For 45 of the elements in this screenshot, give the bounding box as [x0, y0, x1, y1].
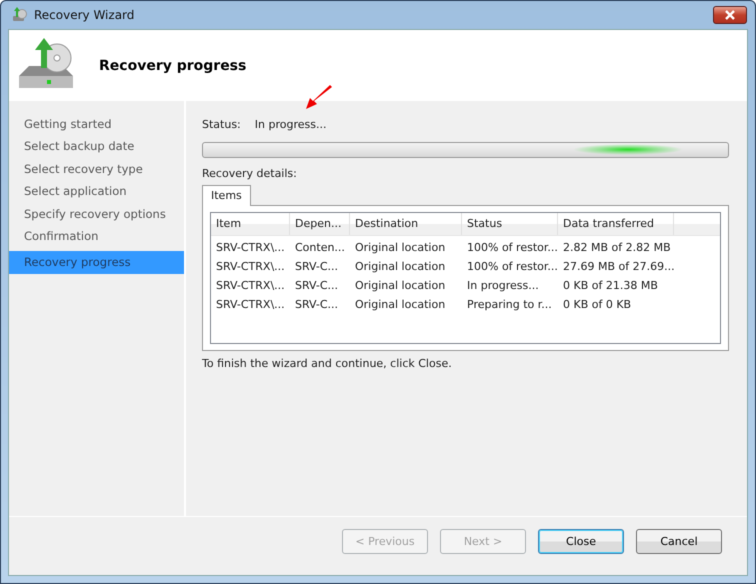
table-cell-text: In progress... [466, 278, 540, 294]
table-cell-text: Original location [354, 297, 446, 313]
sidebar-item[interactable]: Select recovery type [9, 158, 184, 180]
column-header[interactable]: Item [211, 213, 290, 235]
table-cell-text: SRV-CTRX\... [215, 259, 286, 275]
sidebar-item[interactable]: Select backup date [9, 135, 184, 158]
table-cell-text: 0 KB of 21.38 MB [562, 278, 659, 294]
table-cell-text: SRV-CTRX\... [215, 240, 286, 256]
hint-text: To finish the wizard and continue, click Close. [202, 357, 453, 370]
table-cell-text: Conten... [294, 240, 346, 256]
table-cell-text: Original location [354, 259, 446, 275]
sidebar-item[interactable]: Select application [9, 180, 184, 203]
sidebar-item[interactable]: Confirmation [9, 224, 184, 248]
table-cell-text: SRV-CTRX\... [215, 278, 286, 294]
arrow-icon [304, 85, 334, 111]
window-title: Recovery Wizard [34, 8, 136, 22]
wizard-button[interactable]: Close [538, 529, 624, 554]
table-cell-text: 100% of restor... [466, 259, 558, 275]
table-cell-text: 27.69 MB of 27.69... [562, 259, 674, 275]
sidebar-item[interactable]: Getting started [9, 113, 184, 136]
table-cell-text: SRV-C... [294, 259, 340, 275]
table-cell-text: SRV-CTRX\... [215, 297, 286, 313]
sidebar-item[interactable]: Specify recovery options [9, 202, 184, 225]
tab[interactable]: Items [202, 185, 251, 206]
column-header[interactable]: Data transferred [558, 213, 674, 235]
table-cell-text: 100% of restor... [466, 240, 558, 256]
status-label: Status: [202, 118, 241, 130]
table-cell-text: SRV-C... [294, 278, 340, 294]
details-label: Recovery details: [202, 167, 298, 182]
table-cell-text: 2.82 MB of 2.82 MB [562, 240, 672, 256]
close-button[interactable] [713, 6, 747, 24]
wizard-button[interactable]: Cancel [636, 529, 722, 554]
status-value: In progress... [254, 118, 326, 130]
page-title: Recovery progress [99, 58, 246, 74]
table-cell-text: 0 KB of 0 KB [562, 297, 632, 313]
table-cell-text: SRV-C... [294, 297, 340, 313]
column-header[interactable]: Depen... [290, 213, 350, 235]
table-cell-text: Original location [354, 240, 446, 256]
column-header[interactable]: Destination [350, 213, 462, 235]
sidebar-item[interactable]: Recovery progress [9, 251, 184, 274]
app-icon [12, 7, 28, 23]
close-icon [723, 10, 737, 20]
table-cell-text: Original location [354, 278, 446, 294]
column-header[interactable]: Status [462, 213, 558, 235]
table-cell-text: Preparing to r... [466, 297, 553, 313]
